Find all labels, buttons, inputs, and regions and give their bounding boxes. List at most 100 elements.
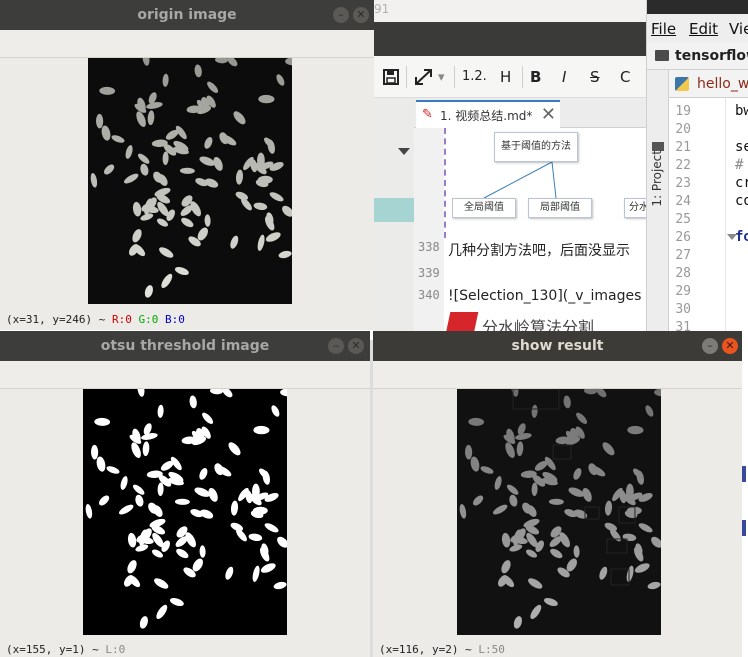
rice-grain (194, 487, 210, 497)
origin-image-canvas[interactable] (88, 58, 292, 304)
markdown-line[interactable]: ![Selection_130](_v_images (448, 288, 641, 304)
menu-view[interactable]: Vie (729, 20, 748, 38)
chevron-down-icon[interactable] (398, 148, 410, 155)
line-number: 21 (675, 140, 691, 155)
rice-grain (257, 234, 265, 251)
rice-grain (99, 495, 110, 506)
rice-grain (157, 404, 164, 418)
window-title[interactable]: show result (373, 331, 742, 361)
status-bar: (x=116, y=2) ~ L:50 (379, 643, 505, 656)
numbered-heading-button[interactable]: 1.2. (462, 69, 487, 84)
tab-label: 1. 视频总结.md* (440, 109, 533, 123)
code-line[interactable]: co (735, 193, 748, 209)
tab-python-file[interactable]: hello_w (669, 70, 748, 98)
menu-edit[interactable]: Edit (689, 20, 718, 38)
rice-grain (230, 500, 239, 516)
python-file-icon (675, 77, 689, 91)
background-text-fragment (742, 466, 746, 482)
minimize-icon[interactable]: – (333, 7, 349, 23)
rice-grain (156, 604, 168, 619)
status-luminance: L:50 (478, 643, 505, 656)
rice-grain (133, 484, 145, 495)
rice-grain (135, 494, 144, 507)
rice-grain (260, 563, 276, 573)
expand-icon[interactable] (414, 68, 434, 86)
close-icon[interactable]: ✕ (541, 104, 556, 125)
bold-button[interactable]: B (530, 68, 541, 86)
ide-menu-bar: File Edit Vie (647, 14, 748, 42)
folder-icon (652, 142, 664, 151)
editor-top-text: 91 (374, 2, 390, 16)
save-icon[interactable] (382, 68, 400, 86)
rice-grain (174, 266, 189, 276)
heading-button[interactable]: H (500, 68, 511, 86)
line-number: 340 (418, 288, 440, 302)
code-line[interactable]: fo (735, 229, 748, 245)
code-button[interactable]: C (620, 68, 630, 86)
code-line[interactable]: cr (735, 175, 748, 191)
pencil-icon: ✎ (422, 107, 433, 122)
toolbar-separator (406, 66, 407, 88)
rice-grain (181, 217, 194, 228)
menu-file[interactable]: File (651, 20, 676, 38)
rice-grain (280, 389, 287, 397)
rice-grain (90, 444, 99, 460)
status-bar: (x=155, y=1) ~ L:0 (6, 643, 125, 656)
line-number: 27 (675, 248, 691, 263)
rice-grain (277, 536, 287, 548)
rice-grain (127, 532, 137, 548)
show-result-window[interactable]: show result – ✕ (x=116, y=2) ~ L:50 (373, 331, 742, 657)
status-luminance: L:0 (105, 643, 126, 656)
rice-grain (285, 58, 292, 66)
close-icon[interactable]: ✕ (722, 338, 738, 354)
rice-grain (174, 498, 190, 505)
rice-grain (265, 232, 281, 242)
window-title[interactable]: otsu threshold image (0, 331, 370, 361)
rice-grains-image (90, 58, 292, 298)
result-image-canvas[interactable] (457, 389, 661, 635)
rice-grain (199, 468, 208, 480)
status-green: G:0 (138, 313, 159, 326)
code-line[interactable]: bw (735, 103, 748, 119)
rice-grain (199, 545, 206, 558)
gutter-separator (725, 98, 726, 340)
rice-grain (235, 169, 244, 185)
side-panel-selected-item[interactable] (374, 198, 414, 222)
code-line[interactable]: # (735, 157, 743, 173)
code-line[interactable]: se (735, 139, 748, 155)
rice-grain (282, 205, 292, 217)
toolbar-separator (522, 66, 523, 88)
close-icon[interactable]: ✕ (348, 338, 364, 354)
minimize-icon[interactable]: – (328, 338, 344, 354)
editor-side-panel (374, 98, 414, 340)
editor-title-bar (374, 22, 648, 56)
rice-grain (162, 73, 169, 87)
window-title[interactable]: origin image (0, 0, 374, 30)
rice-grain (142, 441, 150, 457)
ide-project-breadcrumb[interactable]: tensorflow (647, 42, 748, 70)
otsu-image-canvas[interactable] (83, 389, 287, 635)
rice-grain (199, 509, 214, 519)
rice-grain (111, 135, 125, 143)
rice-grain (179, 167, 195, 174)
otsu-threshold-window[interactable]: otsu threshold image – ✕ (x=155, y=1) ~ … (0, 331, 370, 657)
project-tool-tab[interactable]: 1: Project (650, 150, 664, 207)
diagram-root-node: 基于阈值的方法 (494, 132, 578, 162)
rice-grain (202, 412, 214, 424)
diagram-partial-node: 分水 (624, 198, 648, 218)
tab-markdown-file[interactable]: ✎ 1. 视频总结.md* ✕ (416, 100, 560, 128)
editor-top-strip: 91 (374, 0, 648, 22)
window-toolbar-area (0, 30, 374, 58)
rice-grain (141, 433, 158, 440)
origin-image-window[interactable]: origin image – ✕ (x=31, y=246) ~ R:0 G:0… (0, 0, 374, 330)
markdown-line[interactable]: 几种分割方法吧，后面没显示 (448, 240, 630, 260)
file-tab-label: hello_w (697, 76, 748, 92)
rice-grain (137, 389, 145, 397)
strikethrough-button[interactable]: S (590, 68, 600, 86)
toolbar-dropdown-arrow[interactable]: ▾ (438, 70, 445, 85)
line-number: 19 (675, 104, 691, 119)
close-icon[interactable]: ✕ (353, 7, 369, 23)
rice-grain (136, 111, 146, 128)
italic-button[interactable]: I (562, 68, 566, 86)
minimize-icon[interactable]: – (702, 338, 718, 354)
